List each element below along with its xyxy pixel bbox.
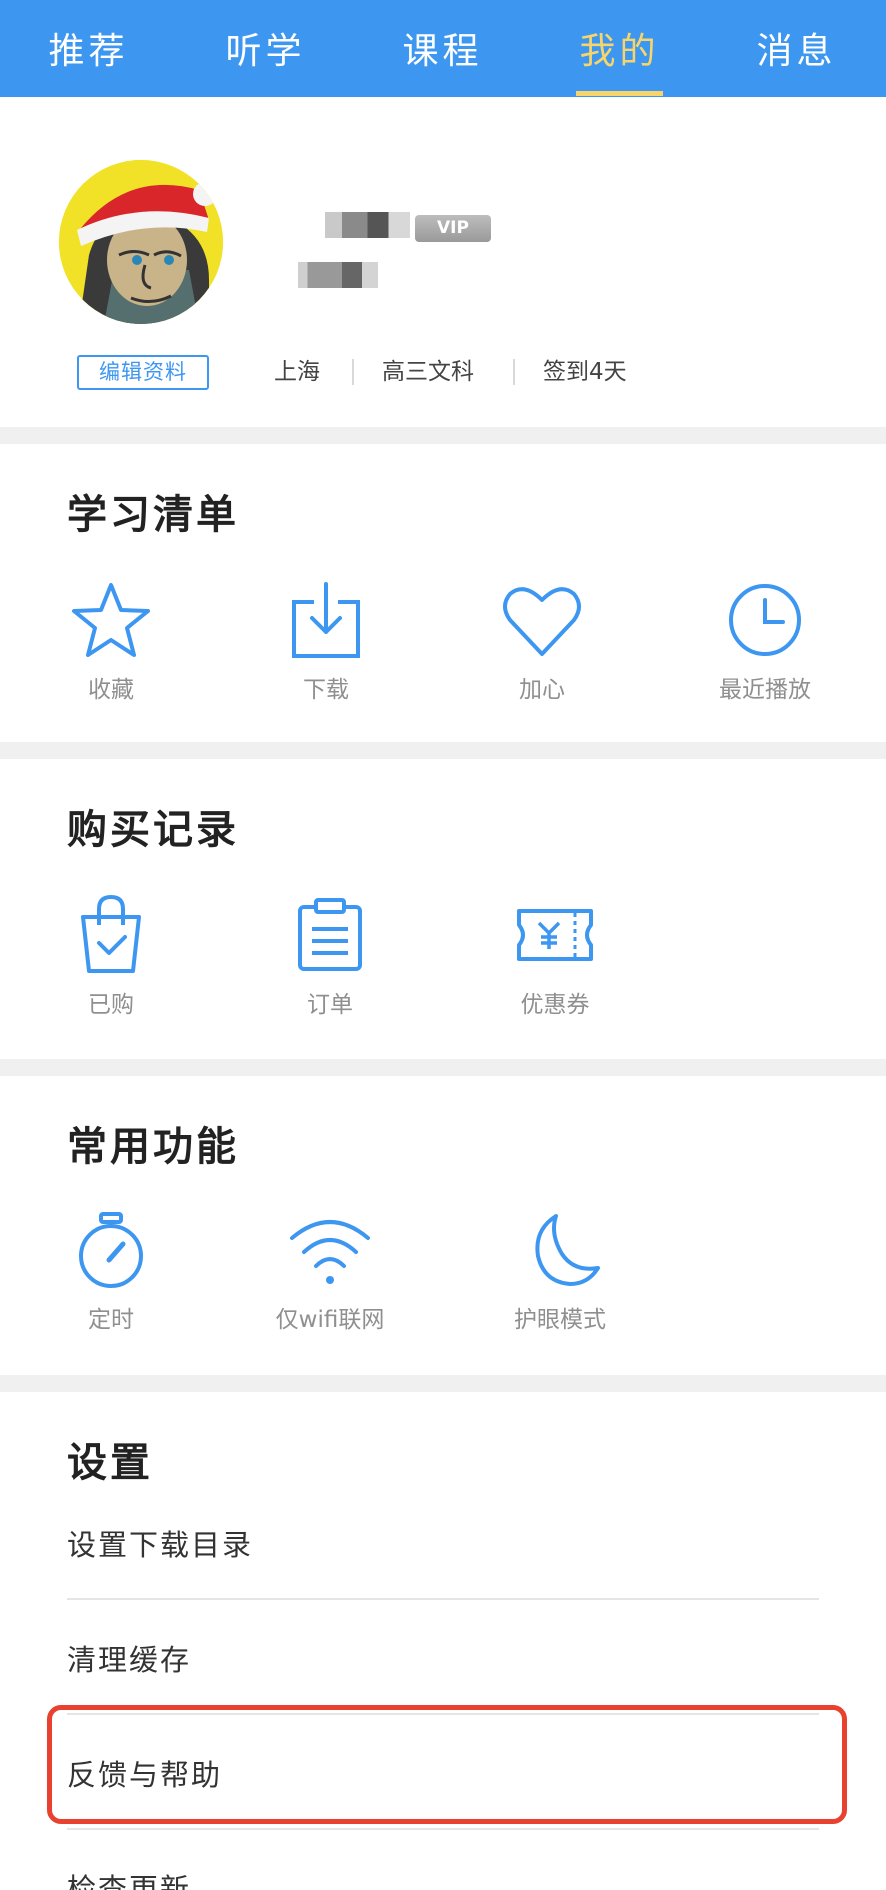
liked-label: 加心: [519, 677, 565, 703]
timer-label: 定时: [88, 1307, 134, 1333]
timer-item[interactable]: 定时: [59, 1210, 163, 1334]
purchased-label: 已购: [88, 992, 134, 1018]
liked-item[interactable]: 加心: [490, 580, 594, 704]
tab-courses[interactable]: 课程: [354, 0, 531, 97]
avatar[interactable]: [59, 160, 223, 324]
divider: [67, 1598, 819, 1600]
wifi-only-item[interactable]: 仅wifi联网: [265, 1210, 395, 1334]
section-gap: [0, 1375, 886, 1392]
section-title-functions: 常用功能: [67, 1124, 239, 1170]
purchase-section: 购买记录 已购 订单 优惠券: [0, 759, 886, 1059]
settings-check-update[interactable]: 检查更新: [67, 1866, 191, 1890]
timer-icon: [79, 1212, 143, 1288]
eye-care-label: 护眼模式: [514, 1307, 606, 1333]
section-title-settings: 设置: [67, 1440, 153, 1486]
feedback-highlight-box: [47, 1705, 847, 1824]
wifi-only-label: 仅wifi联网: [275, 1307, 385, 1333]
coupons-label: 优惠券: [520, 992, 590, 1018]
tab-messages[interactable]: 消息: [708, 0, 885, 97]
section-gap: [0, 1059, 886, 1076]
purchased-item[interactable]: 已购: [59, 895, 163, 1019]
active-tab-indicator: [576, 91, 663, 96]
orders-item[interactable]: 订单: [278, 895, 382, 1019]
coupon-icon: [517, 909, 593, 961]
functions-section: 常用功能 定时 仅wifi联网 护眼模式: [0, 1076, 886, 1376]
settings-clear-cache[interactable]: 清理缓存: [67, 1637, 191, 1679]
tab-listen[interactable]: 听学: [177, 0, 354, 97]
section-gap: [0, 742, 886, 759]
favorites-item[interactable]: 收藏: [59, 580, 163, 704]
wifi-icon: [290, 1220, 370, 1284]
username-blur: [325, 212, 410, 238]
profile-card: VIP 编辑资料 上海 高三文科 签到4天: [0, 97, 886, 427]
divider: [67, 1828, 819, 1830]
clock-icon: [729, 584, 801, 656]
checkin-text: 签到4天: [543, 359, 627, 385]
top-tab-bar: 推荐 听学 课程 我的 消息: [0, 0, 886, 97]
orders-label: 订单: [307, 992, 353, 1018]
star-icon: [72, 583, 150, 657]
divider: [352, 359, 354, 385]
study-list-section: 学习清单 收藏 下载 加心 最近播放: [0, 444, 886, 759]
section-title-purchase: 购买记录: [67, 807, 239, 853]
download-icon: [292, 582, 360, 658]
avatar-image: [59, 160, 223, 324]
downloads-item[interactable]: 下载: [274, 580, 378, 704]
eye-care-item[interactable]: 护眼模式: [500, 1210, 620, 1334]
user-id-blur: [298, 262, 378, 288]
grade-text: 高三文科: [382, 359, 474, 385]
recent-plays-item[interactable]: 最近播放: [705, 580, 825, 704]
recent-plays-label: 最近播放: [719, 677, 811, 703]
location-text: 上海: [274, 359, 320, 385]
moon-icon: [535, 1214, 600, 1286]
favorites-label: 收藏: [88, 677, 134, 703]
heart-icon: [503, 587, 581, 656]
section-gap: [0, 427, 886, 444]
tab-recommend[interactable]: 推荐: [0, 0, 177, 97]
coupons-item[interactable]: 优惠券: [500, 895, 610, 1019]
vip-badge: VIP: [415, 215, 491, 242]
divider: [513, 359, 515, 385]
edit-profile-button[interactable]: 编辑资料: [77, 355, 209, 390]
section-title-study: 学习清单: [67, 492, 239, 538]
tab-mine[interactable]: 我的: [531, 0, 708, 97]
downloads-label: 下载: [303, 677, 349, 703]
order-list-icon: [298, 898, 362, 971]
shopping-bag-icon: [81, 895, 141, 973]
settings-download-dir[interactable]: 设置下载目录: [67, 1522, 253, 1564]
